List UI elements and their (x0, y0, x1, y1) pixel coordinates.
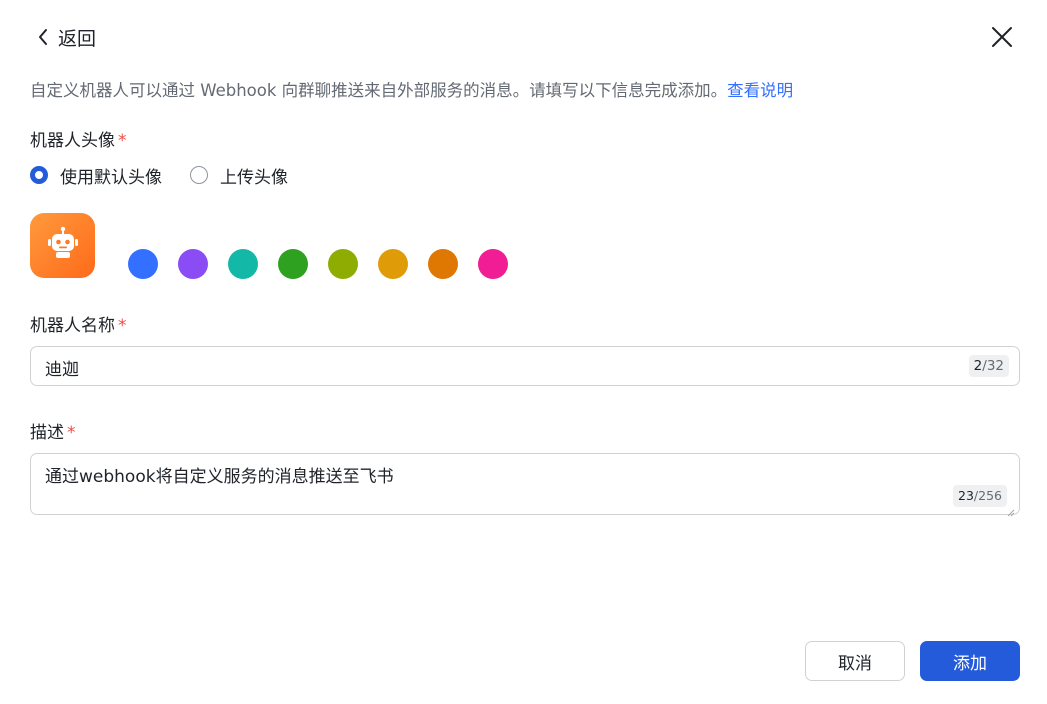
back-button[interactable]: 返回 (36, 24, 96, 50)
color-swatch-orange[interactable] (428, 249, 458, 279)
bot-avatar (30, 213, 95, 278)
color-swatch-green[interactable] (278, 249, 308, 279)
description-char-counter: 23/256 (953, 485, 1007, 507)
robot-icon (43, 224, 83, 268)
description-textarea[interactable]: 通过webhook将自定义服务的消息推送至飞书 23/256 (30, 453, 1020, 517)
description-label: 描述 * (30, 418, 76, 443)
radio-unchecked-icon (190, 166, 208, 184)
back-label: 返回 (58, 27, 97, 50)
required-mark: * (118, 316, 127, 336)
bot-name-label-text: 机器人名称 (30, 316, 115, 336)
char-count-current: 23 (958, 488, 974, 503)
char-count-max: /32 (982, 358, 1004, 374)
intro-text-row: 自定义机器人可以通过 Webhook 向群聊推送来自外部服务的消息。请填写以下信… (30, 77, 793, 101)
close-icon (990, 25, 1014, 49)
chevron-left-icon (36, 27, 50, 47)
bot-name-label: 机器人名称 * (30, 311, 127, 336)
color-swatch-teal[interactable] (228, 249, 258, 279)
required-mark: * (67, 423, 76, 443)
color-swatch-pink[interactable] (478, 249, 508, 279)
color-swatch-olive[interactable] (328, 249, 358, 279)
char-count-max: /256 (973, 488, 1002, 503)
bot-name-char-counter: 2/32 (968, 355, 1009, 377)
radio-upload-avatar[interactable]: 上传头像 (190, 163, 288, 188)
radio-checked-icon (30, 166, 48, 184)
description-label-text: 描述 (30, 423, 64, 443)
required-mark: * (118, 131, 127, 151)
color-swatch-blue[interactable] (128, 249, 158, 279)
char-count-current: 2 (973, 358, 983, 374)
bot-name-input[interactable]: 迪迦 2/32 (30, 346, 1020, 386)
color-swatch-purple[interactable] (178, 249, 208, 279)
add-button[interactable]: 添加 (920, 641, 1020, 681)
avatar-radio-group: 使用默认头像 上传头像 (30, 162, 316, 188)
resize-handle-icon[interactable] (1007, 502, 1015, 517)
radio-upload-avatar-label: 上传头像 (220, 167, 288, 188)
close-button[interactable] (990, 25, 1014, 49)
cancel-button[interactable]: 取消 (805, 641, 905, 681)
radio-default-avatar[interactable]: 使用默认头像 (30, 163, 162, 188)
avatar-label-text: 机器人头像 (30, 131, 115, 151)
avatar-label: 机器人头像 * (30, 126, 127, 151)
intro-text: 自定义机器人可以通过 Webhook 向群聊推送来自外部服务的消息。请填写以下信… (30, 81, 728, 100)
add-custom-bot-dialog: 返回 自定义机器人可以通过 Webhook 向群聊推送来自外部服务的消息。请填写… (0, 0, 1047, 704)
color-swatch-yellow[interactable] (378, 249, 408, 279)
description-value: 通过webhook将自定义服务的消息推送至飞书 (45, 467, 394, 487)
view-instructions-link[interactable]: 查看说明 (727, 81, 793, 100)
bot-name-value: 迪迦 (45, 360, 79, 380)
radio-default-avatar-label: 使用默认头像 (60, 167, 162, 188)
